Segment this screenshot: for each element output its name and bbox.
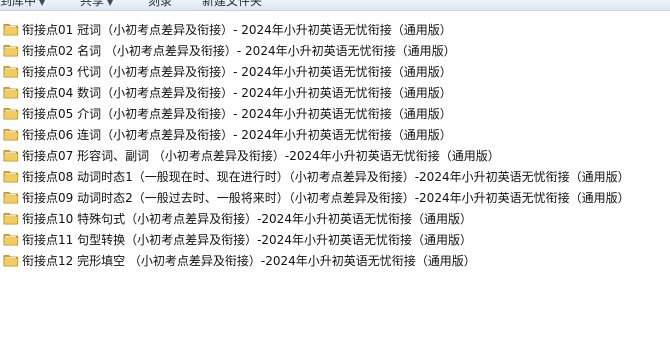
share-label: 共享 (80, 0, 105, 8)
folder-icon (3, 86, 19, 99)
file-row[interactable]: 衔接点09 动词时态2（一般过去时、一般将来时）（小初考点差异及衔接）-2024… (0, 187, 670, 208)
file-name: 衔接点03 代词（小初考点差异及衔接）- 2024年小升初英语无忧衔接（通用版） (22, 64, 452, 79)
folder-icon (3, 233, 19, 246)
burn-label: 刻录 (148, 0, 173, 8)
folder-icon (3, 254, 19, 267)
dropdown-arrow-icon: ▼ (39, 0, 46, 7)
file-row[interactable]: 衔接点07 形容词、副词 （小初考点差异及衔接）-2024年小升初英语无忧衔接（… (0, 145, 670, 166)
file-name: 衔接点05 介词（小初考点差异及衔接）- 2024年小升初英语无忧衔接（通用版） (22, 106, 452, 121)
file-name: 衔接点04 数词（小初考点差异及衔接）- 2024年小升初英语无忧衔接（通用版） (22, 85, 452, 100)
include-in-library-label: 到库中 (0, 0, 37, 8)
share-button[interactable]: 共享 ▼ (80, 0, 113, 10)
new-folder-label: 新建文件夹 (202, 0, 263, 8)
file-row[interactable]: 衔接点10 特殊句式（小初考点差异及衔接）-2024年小升初英语无忧衔接（通用版… (0, 208, 670, 229)
file-name: 衔接点11 句型转换（小初考点差异及衔接）-2024年小升初英语无忧衔接（通用版… (22, 232, 472, 247)
folder-icon (3, 128, 19, 141)
file-row[interactable]: 衔接点06 连词（小初考点差异及衔接）- 2024年小升初英语无忧衔接（通用版） (0, 124, 670, 145)
file-name: 衔接点01 冠词（小初考点差异及衔接）- 2024年小升初英语无忧衔接（通用版） (22, 22, 452, 37)
file-name: 衔接点02 名词 （小初考点差异及衔接）- 2024年小升初英语无忧衔接（通用版… (22, 43, 456, 58)
file-name: 衔接点10 特殊句式（小初考点差异及衔接）-2024年小升初英语无忧衔接（通用版… (22, 211, 472, 226)
file-name: 衔接点07 形容词、副词 （小初考点差异及衔接）-2024年小升初英语无忧衔接（… (22, 148, 500, 163)
file-name: 衔接点08 动词时态1（一般现在时、现在进行时）（小初考点差异及衔接）-2024… (22, 169, 630, 184)
burn-button[interactable]: 刻录 (148, 0, 172, 8)
file-row[interactable]: 衔接点12 完形填空 （小初考点差异及衔接）-2024年小升初英语无忧衔接（通用… (0, 250, 670, 271)
folder-icon (3, 23, 19, 36)
include-in-library-button[interactable]: 到库中 ▼ (0, 0, 45, 10)
file-name: 衔接点09 动词时态2（一般过去时、一般将来时）（小初考点差异及衔接）-2024… (22, 190, 630, 205)
folder-icon (3, 212, 19, 225)
folder-icon (3, 191, 19, 204)
file-name: 衔接点06 连词（小初考点差异及衔接）- 2024年小升初英语无忧衔接（通用版） (22, 127, 452, 142)
file-row[interactable]: 衔接点11 句型转换（小初考点差异及衔接）-2024年小升初英语无忧衔接（通用版… (0, 229, 670, 250)
folder-icon (3, 44, 19, 57)
file-row[interactable]: 衔接点05 介词（小初考点差异及衔接）- 2024年小升初英语无忧衔接（通用版） (0, 103, 670, 124)
folder-icon (3, 65, 19, 78)
dropdown-arrow-icon: ▼ (107, 0, 114, 7)
folder-icon (3, 107, 19, 120)
file-row[interactable]: 衔接点08 动词时态1（一般现在时、现在进行时）（小初考点差异及衔接）-2024… (0, 166, 670, 187)
file-name: 衔接点12 完形填空 （小初考点差异及衔接）-2024年小升初英语无忧衔接（通用… (22, 253, 476, 268)
file-row[interactable]: 衔接点04 数词（小初考点差异及衔接）- 2024年小升初英语无忧衔接（通用版） (0, 82, 670, 103)
file-list: 衔接点01 冠词（小初考点差异及衔接）- 2024年小升初英语无忧衔接（通用版）… (0, 19, 670, 271)
folder-icon (3, 170, 19, 183)
file-row[interactable]: 衔接点01 冠词（小初考点差异及衔接）- 2024年小升初英语无忧衔接（通用版） (0, 19, 670, 40)
command-bar: 到库中 ▼ 共享 ▼ 刻录 新建文件夹 (0, 0, 670, 11)
file-row[interactable]: 衔接点02 名词 （小初考点差异及衔接）- 2024年小升初英语无忧衔接（通用版… (0, 40, 670, 61)
file-row[interactable]: 衔接点03 代词（小初考点差异及衔接）- 2024年小升初英语无忧衔接（通用版） (0, 61, 670, 82)
explorer-window: 到库中 ▼ 共享 ▼ 刻录 新建文件夹 衔接点01 冠词（小初考点差异及衔接）- 2… (0, 0, 670, 344)
new-folder-button[interactable]: 新建文件夹 (202, 0, 262, 8)
folder-icon (3, 149, 19, 162)
